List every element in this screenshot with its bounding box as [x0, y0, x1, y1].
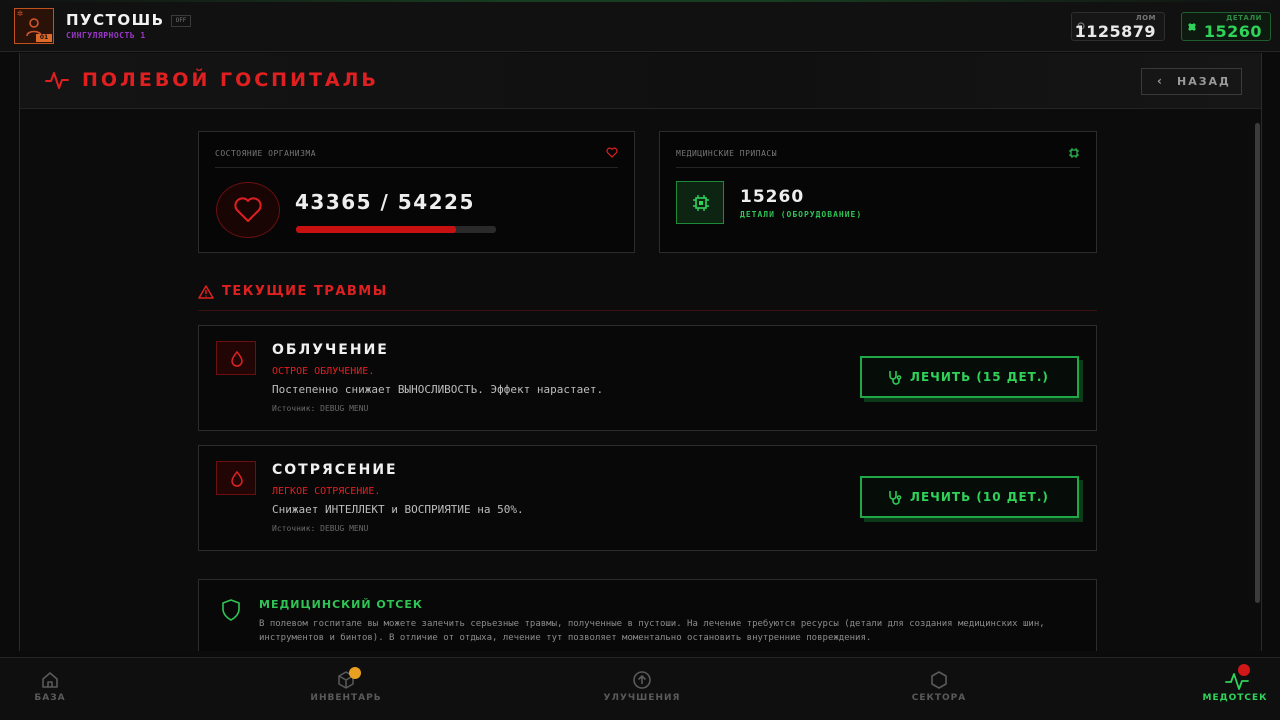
- top-bar: ✲ 01 ПУСТОШЬ OFF СИНГУЛЯРНОСТЬ 1 ЛОМ 112…: [0, 0, 1280, 52]
- info-title: МЕДИЦИНСКИЙ ОТСЕК: [259, 598, 423, 611]
- nav-label: СЕКТОРА: [911, 693, 967, 703]
- divider: [676, 167, 1080, 168]
- divider: [215, 167, 618, 168]
- nav-item-inventory[interactable]: ИНВЕНТАРЬ: [296, 658, 396, 720]
- heart-icon: [234, 197, 262, 222]
- player-avatar[interactable]: ✲ 01: [14, 8, 54, 44]
- back-button-label: НАЗАД: [1177, 75, 1231, 88]
- scrollbar-thumb[interactable]: [1255, 123, 1260, 603]
- medbay-info-card: МЕДИЦИНСКИЙ ОТСЕК В полевом госпитале вы…: [198, 579, 1097, 651]
- nav-item-upgrades[interactable]: УЛУЧШЕНИЯ: [592, 658, 692, 720]
- gear-icon: ✲: [17, 8, 24, 19]
- nav-item-base[interactable]: БАЗА: [0, 658, 100, 720]
- panel-header: ПОЛЕВОЙ ГОСПИТАЛЬ ‹ НАЗАД: [20, 53, 1261, 109]
- shield-icon: [222, 599, 240, 621]
- scrap-value: 1125879: [1074, 22, 1156, 41]
- health-bar-fill: [296, 226, 456, 233]
- parts-value: 15260: [1203, 22, 1262, 41]
- blood-drop-icon: [231, 471, 243, 487]
- warning-triangle-icon: [198, 285, 214, 299]
- player-subtitle: СИНГУЛЯРНОСТЬ 1: [66, 31, 146, 40]
- player-status-tag: OFF: [171, 15, 191, 27]
- pulse-icon: [45, 72, 69, 89]
- nav-label: БАЗА: [34, 693, 66, 703]
- heal-button-label: ЛЕЧИТЬ (15 ДЕТ.): [910, 370, 1049, 384]
- injury-card: СОТРЯСЕНИЕ ЛЕГКОЕ СОТРЯСЕНИЕ. Снижает ИН…: [198, 445, 1097, 551]
- injury-card: ОБЛУЧЕНИЕ ОСТРОЕ ОБЛУЧЕНИЕ. Постепенно с…: [198, 325, 1097, 431]
- injuries-header: ТЕКУЩИЕ ТРАВМЫ: [198, 281, 1097, 311]
- notification-dot: [349, 667, 361, 679]
- back-button[interactable]: ‹ НАЗАД: [1141, 68, 1242, 95]
- nav-label: ИНВЕНТАРЬ: [310, 693, 382, 703]
- supplies-card: МЕДИЦИНСКИЕ ПРИПАСЫ 15260 ДЕТАЛИ (ОБОРУД…: [659, 131, 1097, 253]
- injury-icon-badge: [216, 461, 256, 495]
- notification-dot: [1238, 664, 1250, 676]
- scrap-label: ЛОМ: [1135, 14, 1156, 22]
- home-icon: [42, 672, 58, 688]
- injury-description: Снижает ИНТЕЛЛЕКТ и ВОСПРИЯТИЕ на 50%.: [272, 503, 524, 516]
- supplies-subtitle: ДЕТАЛИ (ОБОРУДОВАНИЕ): [740, 210, 863, 219]
- parts-label: ДЕТАЛИ: [1226, 14, 1262, 22]
- chip-icon: [1188, 23, 1196, 31]
- supplies-chip-badge: [676, 181, 724, 224]
- heal-button[interactable]: ЛЕЧИТЬ (10 ДЕТ.): [860, 476, 1079, 518]
- blood-drop-icon: [231, 351, 243, 367]
- heart-icon: [606, 147, 618, 158]
- supplies-card-label: МЕДИЦИНСКИЕ ПРИПАСЫ: [676, 149, 778, 158]
- supplies-value: 15260: [740, 187, 805, 207]
- level-badge: 01: [36, 34, 52, 42]
- heal-button[interactable]: ЛЕЧИТЬ (15 ДЕТ.): [860, 356, 1079, 398]
- nav-label: УЛУЧШЕНИЯ: [603, 693, 681, 703]
- health-card: СОСТОЯНИЕ ОРГАНИЗМА 43365 / 54225: [198, 131, 635, 253]
- page-title: ПОЛЕВОЙ ГОСПИТАЛЬ: [82, 69, 379, 91]
- heal-button-label: ЛЕЧИТЬ (10 ДЕТ.): [910, 490, 1049, 504]
- injury-severity: ОСТРОЕ ОБЛУЧЕНИЕ.: [272, 366, 375, 377]
- health-bar: [296, 226, 496, 233]
- player-name: ПУСТОШЬ: [66, 11, 165, 29]
- stethoscope-icon: [889, 371, 902, 385]
- scrap-counter: ЛОМ 1125879: [1071, 12, 1165, 41]
- nav-item-medbay[interactable]: МЕДОТСЕК: [1185, 658, 1280, 720]
- injury-source: Источник: DEBUG MENU: [272, 404, 369, 413]
- injury-name: ОБЛУЧЕНИЕ: [272, 342, 389, 358]
- chip-icon: [693, 195, 709, 211]
- injuries-title: ТЕКУЩИЕ ТРАВМЫ: [222, 284, 388, 299]
- parts-counter: ДЕТАЛИ 15260: [1181, 12, 1271, 41]
- health-heart-badge: [216, 182, 280, 238]
- chevron-left-icon: ‹: [1157, 74, 1164, 88]
- upgrade-arrow-icon: [633, 671, 651, 689]
- info-text: В полевом госпитале вы можете залечить с…: [259, 619, 1045, 643]
- hexagon-icon: [931, 671, 947, 689]
- injury-name: СОТРЯСЕНИЕ: [272, 462, 398, 478]
- bottom-nav: БАЗА ИНВЕНТАРЬ УЛУЧШЕНИЯ СЕКТОРА МЕДОТСЕ…: [0, 657, 1280, 720]
- health-value: 43365 / 54225: [295, 190, 475, 214]
- chip-icon: [1069, 148, 1079, 158]
- injury-severity: ЛЕГКОЕ СОТРЯСЕНИЕ.: [272, 486, 381, 497]
- injury-icon-badge: [216, 341, 256, 375]
- health-card-label: СОСТОЯНИЕ ОРГАНИЗМА: [215, 149, 317, 158]
- nav-label: МЕДОТСЕК: [1202, 693, 1268, 703]
- injury-source: Источник: DEBUG MENU: [272, 524, 369, 533]
- nav-item-sectors[interactable]: СЕКТОРА: [889, 658, 989, 720]
- injury-description: Постепенно снижает ВЫНОСЛИВОСТЬ. Эффект …: [272, 383, 604, 396]
- stethoscope-icon: [889, 491, 902, 505]
- hospital-panel: ПОЛЕВОЙ ГОСПИТАЛЬ ‹ НАЗАД СОСТОЯНИЕ ОРГА…: [19, 53, 1262, 651]
